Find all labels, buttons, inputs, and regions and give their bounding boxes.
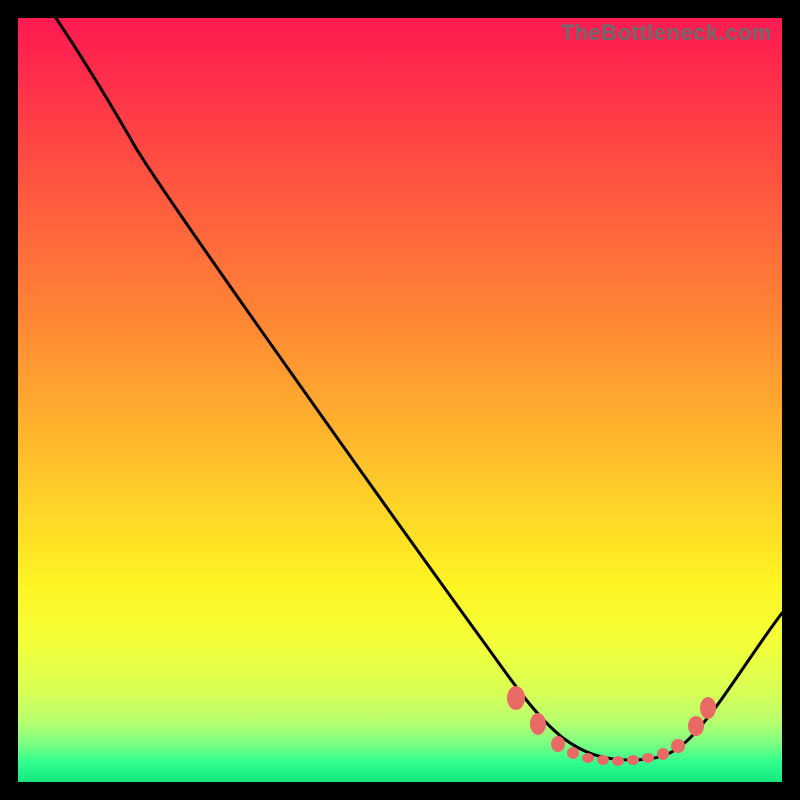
marker-point <box>582 753 594 763</box>
marker-point <box>642 753 654 763</box>
marker-point <box>657 748 669 760</box>
marker-point <box>507 686 525 710</box>
marker-point <box>530 713 546 735</box>
marker-point <box>567 747 579 759</box>
marker-point <box>551 736 565 752</box>
marker-group <box>507 686 716 766</box>
marker-point <box>612 756 624 766</box>
marker-point <box>688 716 704 736</box>
marker-point <box>597 755 609 765</box>
chart-frame: TheBottleneck.com <box>0 0 800 800</box>
watermark-text: TheBottleneck.com <box>561 20 772 46</box>
marker-point <box>700 697 716 719</box>
plot-area: TheBottleneck.com <box>18 18 782 782</box>
bottleneck-curve <box>56 18 782 760</box>
curve-layer <box>18 18 782 782</box>
marker-point <box>627 755 639 765</box>
marker-point <box>671 739 685 753</box>
